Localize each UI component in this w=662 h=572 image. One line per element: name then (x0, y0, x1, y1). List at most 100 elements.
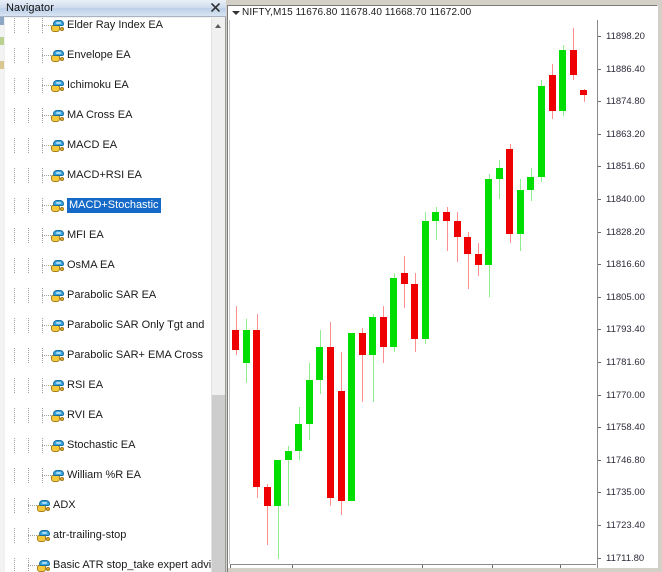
candle-body (454, 220, 461, 238)
chevron-up-icon (215, 24, 221, 28)
navigator-scrollbar[interactable] (211, 18, 225, 572)
application-window: Navigator Elder Ray Index EA Envelope EA I… (0, 0, 662, 572)
price-tick-label: 11746.80 (606, 454, 645, 466)
expert-advisor-icon (51, 290, 65, 302)
triangle-down-icon[interactable] (232, 11, 240, 15)
expert-advisor-icon (51, 20, 65, 32)
tree-guide-line (14, 438, 15, 453)
candle-body (443, 212, 450, 221)
chart-plot-area[interactable] (230, 20, 596, 564)
expert-advisor-icon (37, 500, 51, 512)
tree-item[interactable]: Stochastic EA (5, 438, 211, 453)
tree-connector-line (28, 565, 37, 566)
expert-advisor-icon (51, 350, 65, 362)
tree-connector-line (42, 235, 51, 236)
tree-item[interactable]: atr-trailing-stop (5, 528, 211, 543)
price-tick-mark (598, 36, 601, 37)
tree-item[interactable]: Parabolic SAR EA (5, 288, 211, 303)
candle-body (295, 423, 302, 452)
tree-item[interactable]: MACD EA (5, 138, 211, 153)
tree-guide-line (14, 48, 15, 63)
price-tick-label: 11851.60 (606, 161, 645, 173)
tree-item[interactable]: MACD+Stochastic (5, 198, 211, 213)
price-tick-mark (598, 231, 601, 233)
price-tick-label: 11735.00 (606, 487, 645, 499)
tree-item-label: MACD+RSI EA (67, 169, 142, 181)
tree-guide-line (14, 138, 15, 153)
tree-item[interactable]: OsMA EA (5, 258, 211, 273)
tree-connector-line (42, 415, 51, 416)
tree-item[interactable]: Parabolic SAR Only Tgt and (5, 318, 211, 333)
price-tick-label: 11874.80 (606, 96, 645, 108)
tree-item-label: Parabolic SAR Only Tgt and (67, 319, 205, 331)
tree-item-label: William %R EA (67, 469, 141, 481)
tree-connector-line (42, 55, 51, 56)
tree-item-label: ADX (53, 499, 76, 511)
candle-body (549, 74, 556, 111)
tree-item[interactable]: Parabolic SAR+ EMA Cross (5, 348, 211, 363)
candle-body (411, 283, 418, 339)
navigator-tree[interactable]: Elder Ray Index EA Envelope EA Ichimoku EA… (5, 18, 211, 572)
candle-body (232, 330, 239, 350)
tree-item[interactable]: MFI EA (5, 228, 211, 243)
tree-guide-line (28, 18, 29, 33)
candle-body (316, 346, 323, 380)
candle-body (517, 190, 524, 235)
chart-ohlc-label: NIFTY,M15 11676.80 11678.40 11668.70 116… (242, 7, 472, 18)
tree-connector-line (28, 505, 37, 506)
expert-advisor-icon (51, 50, 65, 62)
tree-item-label: Parabolic SAR EA (67, 289, 157, 301)
close-icon[interactable] (208, 1, 223, 15)
expert-advisor-icon (51, 260, 65, 272)
scroll-up-button[interactable] (212, 18, 225, 33)
price-tick-label: 11758.40 (606, 422, 645, 434)
expert-advisor-icon (51, 380, 65, 392)
tree-item[interactable]: MA Cross EA (5, 108, 211, 123)
tree-item[interactable]: Basic ATR stop_take expert advi (5, 558, 211, 572)
tree-guide-line (28, 348, 29, 363)
tree-connector-line (42, 175, 51, 176)
candle-body (359, 333, 366, 356)
expert-advisor-icon (51, 470, 65, 482)
expert-advisor-icon (51, 320, 65, 332)
chart-bottom-filler (228, 568, 658, 572)
tree-item[interactable]: Envelope EA (5, 48, 211, 63)
candle-body (475, 253, 482, 265)
tree-connector-line (28, 535, 37, 536)
candle-body (422, 220, 429, 339)
tree-guide-line (14, 408, 15, 423)
price-tick-label: 11816.60 (606, 259, 645, 271)
tree-connector-line (42, 145, 51, 146)
scrollbar-thumb[interactable] (212, 395, 225, 572)
candle-body (485, 179, 492, 265)
tree-item[interactable]: Ichimoku EA (5, 78, 211, 93)
price-tick-mark (598, 329, 601, 331)
tree-connector-line (42, 115, 51, 116)
price-tick-label: 11863.20 (606, 128, 645, 140)
tree-guide-line (28, 378, 29, 393)
candle-body (527, 176, 534, 191)
tree-item-label: Envelope EA (67, 49, 131, 61)
expert-advisor-icon (51, 200, 65, 212)
price-tick-label: 11828.20 (606, 226, 645, 238)
candle-body (264, 487, 271, 507)
candle-body (253, 330, 260, 488)
tree-item[interactable]: ADX (5, 498, 211, 513)
tree-item[interactable]: Elder Ray Index EA (5, 18, 211, 33)
price-tick-mark (598, 101, 601, 103)
tree-item[interactable]: William %R EA (5, 468, 211, 483)
tree-guide-line (28, 138, 29, 153)
price-axis[interactable]: 11898.20 11886.40 11874.80 11863.20 11851.60… (597, 20, 658, 572)
tree-item-label: Ichimoku EA (67, 79, 129, 91)
tree-item[interactable]: RSI EA (5, 378, 211, 393)
tree-item[interactable]: RVI EA (5, 408, 211, 423)
price-tick-label: 11793.40 (606, 324, 645, 336)
candle-body (243, 330, 250, 364)
tree-guide-line (28, 258, 29, 273)
expert-advisor-icon (51, 140, 65, 152)
price-tick-mark (598, 68, 601, 70)
price-tick-mark (598, 525, 601, 526)
tree-item[interactable]: MACD+RSI EA (5, 168, 211, 183)
tree-guide-line (14, 78, 15, 93)
price-tick-label: 11898.20 (606, 31, 645, 42)
